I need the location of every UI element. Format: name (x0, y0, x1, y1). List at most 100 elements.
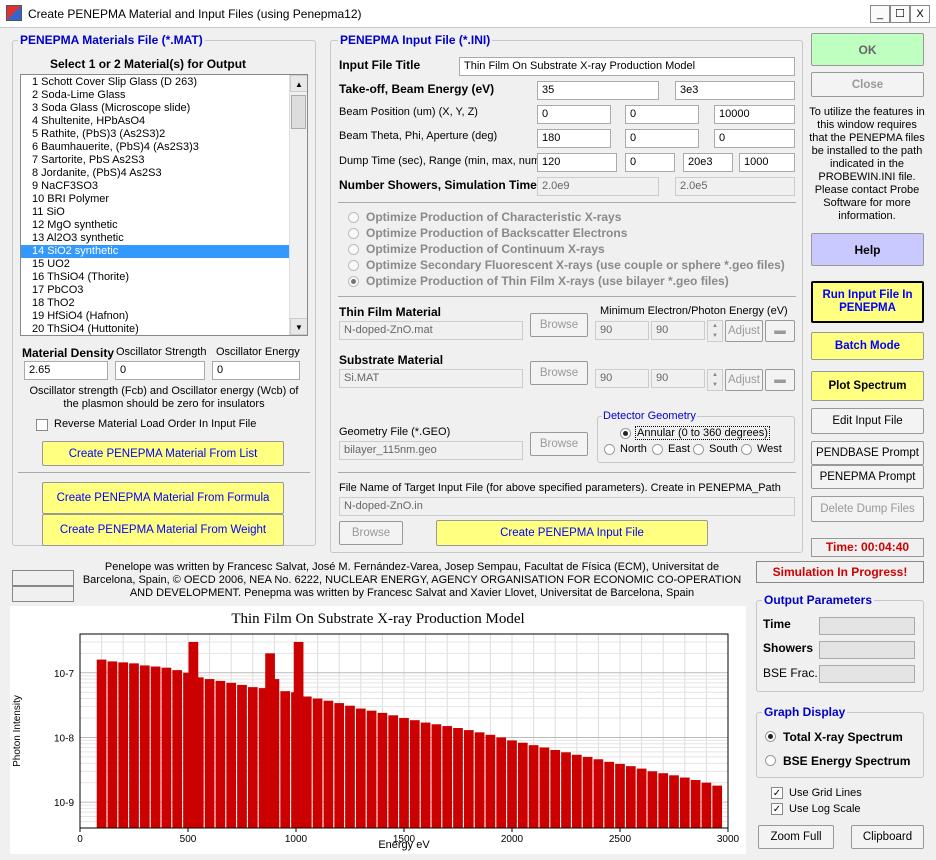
substrate-dropdown-icon[interactable]: ▬ (765, 369, 795, 391)
geometry-label: Geometry File (*.GEO) (339, 426, 451, 438)
close-window-button[interactable]: X (910, 5, 930, 23)
showers-input[interactable]: 2.0e9 (537, 177, 659, 196)
edit-input-button[interactable]: Edit Input File (811, 408, 924, 434)
clipboard-button[interactable]: Clipboard (851, 825, 924, 849)
geometry-input[interactable]: bilayer_115nm.geo (339, 441, 523, 460)
run-input-button[interactable]: Run Input File In PENEPMA (811, 281, 924, 323)
reverse-order-checkbox[interactable] (36, 419, 48, 431)
thin-film-input[interactable]: N-doped-ZnO.mat (339, 321, 523, 340)
material-list-item[interactable]: 11 SiO (21, 206, 289, 219)
pendbase-prompt-button[interactable]: PENDBASE Prompt (811, 441, 924, 465)
geometry-browse-button[interactable]: Browse (530, 432, 588, 456)
batch-mode-button[interactable]: Batch Mode (811, 332, 924, 360)
range-max-input[interactable]: 20e3 (683, 153, 733, 172)
optimize-radio[interactable] (348, 228, 359, 239)
takeoff-input[interactable]: 35 (537, 81, 659, 100)
spectrum-bar (172, 670, 183, 828)
west-radio[interactable] (741, 444, 752, 455)
north-radio[interactable] (604, 444, 615, 455)
target-browse-button[interactable]: Browse (339, 521, 403, 545)
material-list-item[interactable]: 16 ThSiO4 (Thorite) (21, 271, 289, 284)
optimize-radio[interactable] (348, 260, 359, 271)
material-list-item[interactable]: 4 Shultenite, HPbAsO4 (21, 115, 289, 128)
material-list-item[interactable]: 5 Rathite, (PbS)3 (As2S3)2 (21, 128, 289, 141)
thin-energy-1-input[interactable]: 90 (595, 321, 649, 340)
bse-energy-radio[interactable] (765, 755, 776, 766)
spectrum-bar (345, 705, 355, 828)
material-list-item[interactable]: 1 Schott Cover Slip Glass (D 263) (21, 76, 289, 89)
create-from-formula-button[interactable]: Create PENEPMA Material From Formula (42, 482, 284, 514)
pos-z-input[interactable]: 10000 (714, 105, 795, 124)
optimize-radio[interactable] (348, 244, 359, 255)
substrate-browse-button[interactable]: Browse (530, 361, 588, 385)
create-input-file-button[interactable]: Create PENEPMA Input File (436, 520, 708, 546)
spectrum-bar (615, 763, 625, 828)
create-from-weight-button[interactable]: Create PENEPMA Material From Weight (42, 514, 284, 546)
close-button[interactable]: Close (811, 72, 924, 97)
material-list-item[interactable]: 2 Soda-Lime Glass (21, 89, 289, 102)
thin-energy-2-input[interactable]: 90 (651, 321, 705, 340)
material-list-item[interactable]: 19 HfSiO4 (Hafnon) (21, 310, 289, 323)
ok-button[interactable]: OK (811, 33, 924, 66)
pos-y-input[interactable]: 0 (625, 105, 699, 124)
thin-browse-button[interactable]: Browse (530, 313, 588, 337)
material-list-item[interactable]: 20 ThSiO4 (Huttonite) (21, 323, 289, 335)
substrate-adjust-button[interactable]: Adjust (725, 369, 763, 391)
material-list-item[interactable]: 15 UO2 (21, 258, 289, 271)
scroll-thumb[interactable] (291, 95, 306, 129)
material-list-item[interactable]: 7 Sartorite, PbS As2S3 (21, 154, 289, 167)
material-list-item[interactable]: 8 Jordanite, (PbS)4 As2S3 (21, 167, 289, 180)
optimize-radio[interactable] (348, 276, 359, 287)
title-input[interactable]: Thin Film On Substrate X-ray Production … (459, 57, 795, 76)
material-list-item[interactable]: 12 MgO synthetic (21, 219, 289, 232)
dump-time-input[interactable]: 120 (537, 153, 617, 172)
material-list-item[interactable]: 10 BRI Polymer (21, 193, 289, 206)
osc-strength-input[interactable]: 0 (115, 361, 205, 380)
material-list-item[interactable]: 13 Al2O3 synthetic (21, 232, 289, 245)
sub-energy-1-input[interactable]: 90 (595, 369, 649, 388)
thin-dropdown-icon[interactable]: ▬ (765, 320, 795, 342)
phi-input[interactable]: 0 (625, 129, 699, 148)
materials-scrollbar[interactable]: ▲ ▼ (289, 75, 307, 335)
material-list-item[interactable]: 17 PbCO3 (21, 284, 289, 297)
optimize-radio[interactable] (348, 212, 359, 223)
aperture-input[interactable]: 0 (714, 129, 795, 148)
zoom-full-button[interactable]: Zoom Full (758, 825, 834, 849)
thin-adjust-button[interactable]: Adjust (725, 320, 763, 342)
log-scale-checkbox[interactable]: ✓ (771, 803, 783, 815)
sub-energy-2-input[interactable]: 90 (651, 369, 705, 388)
beam-energy-input[interactable]: 3e3 (675, 81, 795, 100)
delete-dump-button[interactable]: Delete Dump Files (811, 496, 924, 522)
osc-energy-input[interactable]: 0 (212, 361, 300, 380)
thin-spinner[interactable]: ▲ ▼ (707, 320, 723, 342)
maximize-button[interactable]: ☐ (890, 5, 910, 23)
annular-radio[interactable] (620, 428, 631, 439)
theta-input[interactable]: 180 (537, 129, 611, 148)
material-list-item[interactable]: 6 Baumhauerite, (PbS)4 (As2S3)3 (21, 141, 289, 154)
material-list-item[interactable]: 18 ThO2 (21, 297, 289, 310)
minimize-button[interactable]: _ (870, 5, 890, 23)
material-list-item[interactable]: 3 Soda Glass (Microscope slide) (21, 102, 289, 115)
scroll-down-icon[interactable]: ▼ (290, 318, 307, 335)
east-radio[interactable] (652, 444, 663, 455)
south-radio[interactable] (693, 444, 704, 455)
range-min-input[interactable]: 0 (625, 153, 675, 172)
plot-spectrum-button[interactable]: Plot Spectrum (811, 371, 924, 401)
substrate-spinner[interactable]: ▲ ▼ (707, 369, 723, 391)
create-from-list-button[interactable]: Create PENEPMA Material From List (42, 441, 284, 466)
help-button[interactable]: Help (811, 233, 924, 266)
spectrum-bar (204, 679, 215, 828)
target-input[interactable]: N-doped-ZnO.in (339, 497, 795, 516)
material-list-item[interactable]: 14 SiO2 synthetic (21, 245, 289, 258)
total-xray-radio[interactable] (765, 731, 776, 742)
range-num-input[interactable]: 1000 (739, 153, 795, 172)
materials-list[interactable]: 1 Schott Cover Slip Glass (D 263) 2 Soda-… (20, 74, 308, 336)
substrate-input[interactable]: Si.MAT (339, 369, 523, 388)
density-input[interactable]: 2.65 (24, 361, 108, 380)
penepma-prompt-button[interactable]: PENEPMA Prompt (811, 465, 924, 489)
material-list-item[interactable]: 9 NaCF3SO3 (21, 180, 289, 193)
pos-x-input[interactable]: 0 (537, 105, 611, 124)
sim-time-input[interactable]: 2.0e5 (675, 177, 795, 196)
grid-lines-checkbox[interactable]: ✓ (771, 787, 783, 799)
scroll-up-icon[interactable]: ▲ (290, 75, 307, 92)
